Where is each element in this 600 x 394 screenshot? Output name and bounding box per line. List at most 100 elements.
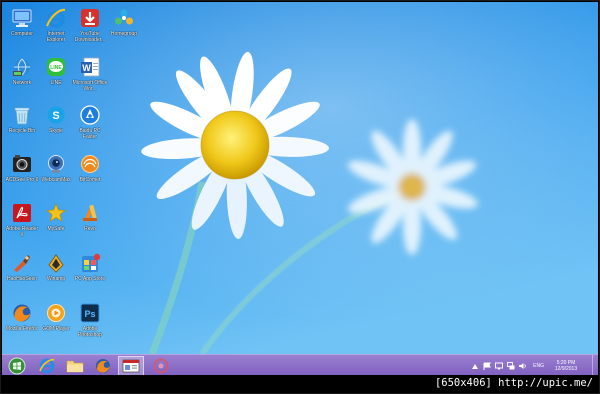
show-hidden-icons-button[interactable] (471, 362, 479, 370)
webcammax-icon (48, 155, 64, 173)
firefox-icon (96, 359, 110, 373)
svg-text:LINE: LINE (50, 65, 62, 71)
tray-network[interactable] (507, 362, 515, 370)
desktop-shortcut[interactable]: BitComet (72, 153, 108, 183)
folder-icon (66, 360, 84, 373)
desktop-shortcut[interactable]: Network (4, 56, 40, 86)
chevron-up-icon (472, 363, 479, 369)
monitor-icon (495, 362, 504, 370)
skype-icon: S (47, 106, 65, 124)
clock[interactable]: 5:20 PM 12/9/2013 (548, 360, 584, 372)
desktop-shortcut-label: Skype (49, 128, 63, 134)
acdsee-icon (13, 155, 31, 172)
start-button[interactable] (4, 356, 30, 375)
baidu-pc-faster-icon (80, 105, 100, 125)
desktop-shortcut[interactable]: Winamp (38, 252, 74, 282)
desktop-shortcut[interactable]: LINE LINE (38, 56, 74, 86)
desktop-shortcut-label: Network (12, 80, 32, 86)
system-tray: ENG 5:20 PM 12/9/2013 (469, 355, 598, 375)
desktop-shortcut-label: Adobe Reader X (5, 226, 39, 238)
winamp-icon (48, 254, 64, 273)
ie-icon (46, 8, 66, 28)
desktop-shortcut[interactable]: YouTube Downloader... (72, 7, 108, 43)
desktop-shortcut[interactable]: Baidu PC Faster (72, 104, 108, 140)
start-orb-icon (8, 357, 26, 375)
desktop-shortcut-label: YouTube Downloader... (74, 31, 106, 43)
taskbar-file-explorer[interactable] (62, 356, 88, 375)
youtube-downloader-icon (81, 9, 99, 27)
adobe-reader-icon (13, 204, 31, 222)
watermark-text: [650x406] http://upic.me/ (434, 377, 593, 389)
taskbar: ENG 5:20 PM 12/9/2013 (2, 354, 598, 375)
clock-date: 12/9/2013 (554, 366, 578, 372)
speaker-icon (519, 363, 527, 369)
desktop-shortcut-label: Baidu PC Faster (79, 128, 101, 140)
desktop-shortcut-label: Internet Explorer (46, 31, 66, 43)
desktop-shortcut[interactable]: Computer (4, 7, 40, 37)
app-icon (153, 358, 169, 374)
watermark-bar: [650x406] http://upic.me/ (1, 375, 599, 393)
desktop-shortcut[interactable]: Revo (72, 202, 108, 232)
photoshop-icon: Ps (80, 303, 100, 323)
taskbar-app[interactable] (148, 356, 174, 375)
taskbar-active-window[interactable] (118, 356, 144, 375)
haohaoseen-icon (14, 255, 30, 272)
desktop-shortcut[interactable]: Internet Explorer (38, 7, 74, 43)
svg-text:S: S (52, 110, 59, 122)
taskbar-internet-explorer[interactable] (34, 356, 60, 375)
desktop-shortcut-label: MySafe (47, 226, 65, 232)
window-icon (122, 359, 140, 373)
desktop-shortcut-label: Computer (11, 31, 33, 37)
firefox-icon (13, 304, 31, 322)
desktop-shortcut[interactable]: GOM Player (38, 302, 74, 332)
revo-icon (83, 204, 97, 222)
desktop-shortcut[interactable]: S Skype (38, 104, 74, 134)
desktop-shortcut-label: WebcamMax (41, 177, 71, 183)
ie-icon (39, 358, 55, 374)
desktop-shortcut[interactable]: Homegroup (106, 7, 142, 37)
tray-volume[interactable] (519, 362, 527, 370)
desktop-shortcut-label: Revo (84, 226, 96, 232)
desktop-shortcut-label: HaoHaoSeen (6, 276, 38, 282)
desktop-shortcut[interactable]: Mozilla Firefox (4, 302, 40, 332)
desktop-shortcut[interactable]: WebcamMax (38, 153, 74, 183)
desktop-shortcut[interactable]: MySafe (38, 202, 74, 232)
desktop-screen: Computer Internet Explorer YouTube Downloa… (2, 2, 598, 375)
tray-display[interactable] (495, 362, 504, 370)
network-icon (13, 58, 30, 76)
line-icon: LINE (47, 58, 65, 76)
word-icon: W (81, 57, 100, 77)
network-icon (507, 362, 515, 370)
recycle-bin-icon (14, 107, 30, 125)
show-desktop-button[interactable] (592, 355, 598, 375)
pc-app-store-icon (82, 253, 101, 272)
desktop-shortcut[interactable]: Adobe Reader X (4, 202, 40, 238)
desktop-shortcut[interactable]: W Microsoft Office Wor... (72, 56, 108, 92)
tray-action-center[interactable] (483, 362, 491, 370)
desktop-shortcut[interactable]: Ps Adobe Photoshop (72, 302, 108, 338)
svg-text:Ps: Ps (84, 309, 95, 319)
desktop-shortcut-label: GOM Player (42, 326, 70, 332)
desktop-shortcut-label: Microsoft Office Wor... (72, 80, 108, 92)
desktop-shortcut[interactable]: Recycle Bin (4, 104, 40, 134)
desktop-shortcut-label: PC App Store (74, 276, 106, 282)
gom-player-icon (47, 304, 65, 322)
mysafe-icon (46, 203, 66, 222)
homegroup-icon (115, 9, 133, 25)
computer-icon (12, 9, 32, 27)
svg-text:W: W (82, 63, 91, 73)
taskbar-firefox[interactable] (90, 356, 116, 375)
desktop-shortcut-label: LINE (50, 80, 62, 86)
bitcomet-icon (81, 155, 99, 173)
desktop-shortcut-label: Homegroup (110, 31, 138, 37)
desktop-shortcut[interactable]: HaoHaoSeen (4, 252, 40, 282)
desktop-shortcut[interactable]: ACDSee Pro 6 (4, 153, 40, 183)
input-language-indicator[interactable]: ENG (533, 363, 544, 369)
desktop-shortcut[interactable]: PC App Store (72, 252, 108, 282)
desktop-icon-grid: Computer Internet Explorer YouTube Downloa… (2, 2, 152, 354)
desktop-shortcut-label: Recycle Bin (8, 128, 36, 134)
screenshot-frame: Computer Internet Explorer YouTube Downloa… (0, 0, 600, 394)
desktop-shortcut-label: Adobe Photoshop (78, 326, 102, 338)
desktop-shortcut-label: BitComet (79, 177, 101, 183)
desktop-shortcut-label: Mozilla Firefox (5, 326, 39, 332)
